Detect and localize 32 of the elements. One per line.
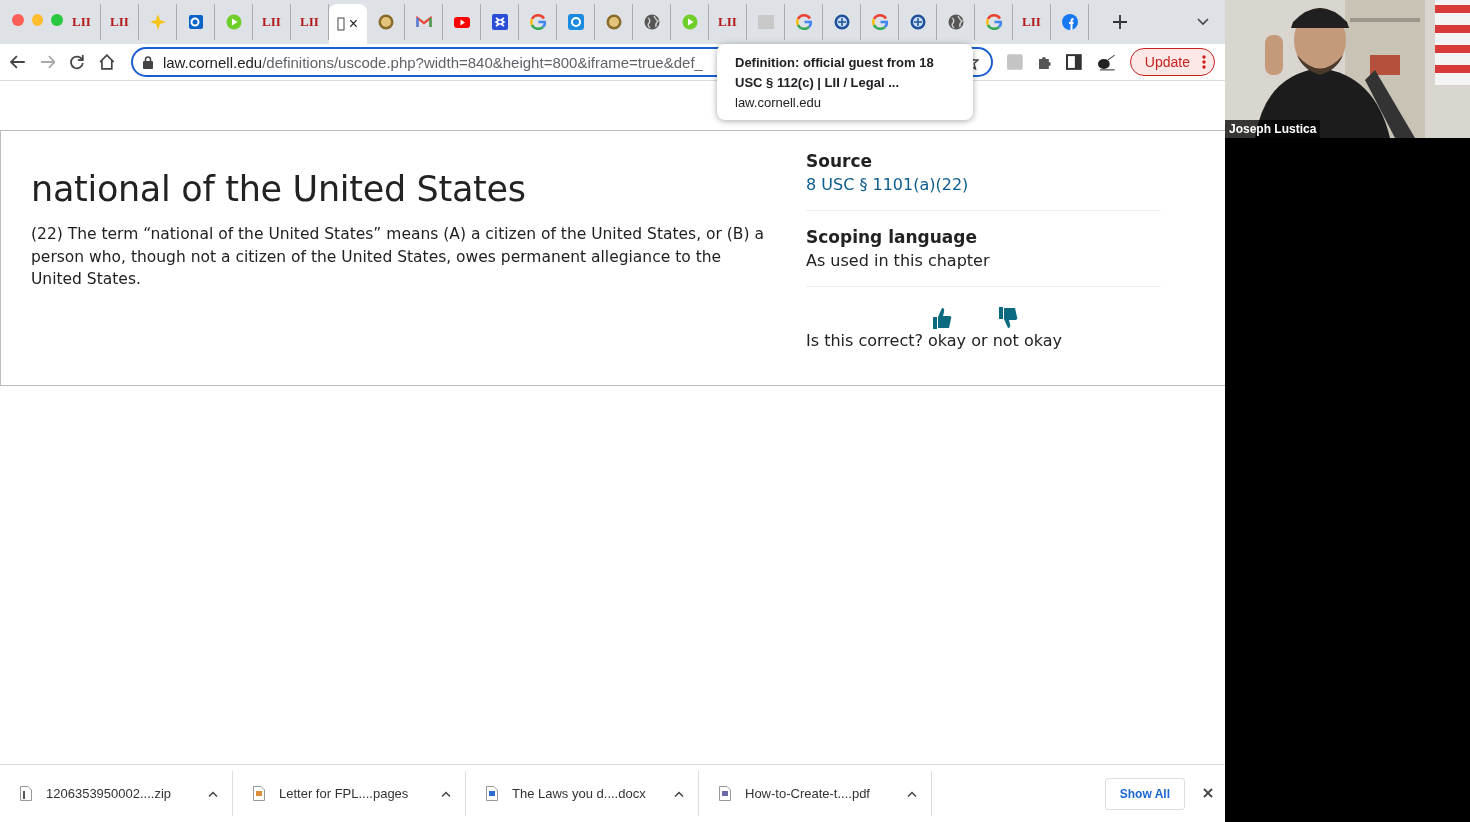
tooltip-host: law.cornell.edu [735, 95, 822, 110]
section-heading: Scoping language [806, 227, 979, 247]
browser-tab[interactable]: × [329, 4, 367, 44]
source-link[interactable]: 8 USC § 1101(a)(22) [806, 175, 969, 194]
section-heading: Source [806, 151, 874, 171]
url-text: law.cornell.edu/definitions/uscode.php?width=840&height=800&iframe=true&def_ [162, 53, 703, 71]
tab-title[interactable]: LII [1022, 14, 1041, 30]
definition-text: (22) The term “national of the United States” means (A) a citizen of the United States, or (B) a person who, though not a citizen of the United States, owes permanent allegiance to the United States. [31, 224, 765, 290]
browser-tab[interactable]: LII [101, 4, 139, 40]
show-all-button[interactable]: Show All [1104, 777, 1185, 810]
browser-tab[interactable]: LII [63, 4, 101, 40]
tab-title[interactable]: LII [262, 14, 281, 30]
download-item[interactable]: Letter for FPL....pages [233, 771, 466, 816]
tab-title[interactable]: LII [300, 14, 319, 30]
okay-label: okay [928, 331, 967, 350]
participant-name: Joseph Lustica [1225, 120, 1321, 138]
tab-title[interactable]: LII [110, 14, 129, 30]
browser-tab[interactable]: LII [1013, 4, 1051, 40]
update-button[interactable]: Update [1129, 48, 1215, 76]
feedback-question: Is this correct? [806, 331, 923, 350]
definition-term: national of the United States [31, 169, 527, 209]
tab-title[interactable]: LII [72, 14, 91, 30]
or-label: or [971, 331, 988, 350]
scope-text: As used in this chapter [806, 251, 991, 270]
download-item[interactable]: How-to-Create-t....pdf [699, 771, 932, 816]
download-item[interactable]: 1206353950002....zip [0, 771, 233, 816]
browser-tab[interactable]: LII [709, 4, 747, 40]
download-item[interactable]: The Laws you d....docx [466, 771, 699, 816]
tab-title[interactable]: LII [718, 14, 737, 30]
not-okay-label: not okay [992, 331, 1062, 350]
close-tab-button[interactable]: × [348, 15, 359, 33]
browser-tab[interactable]: LII [253, 4, 291, 40]
